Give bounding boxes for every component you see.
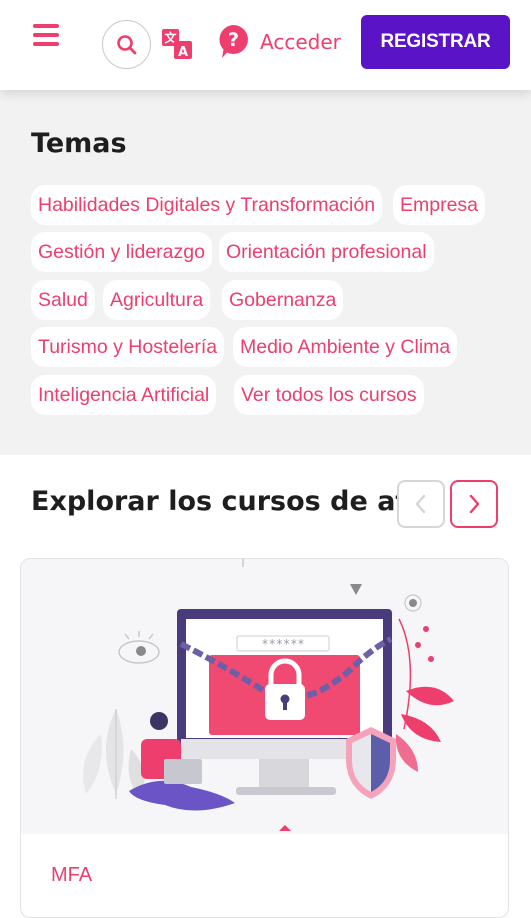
- menu-icon[interactable]: [33, 24, 59, 46]
- search-button[interactable]: [102, 20, 151, 69]
- course-card-label: MFA: [51, 864, 93, 886]
- carousel-prev-button[interactable]: [397, 480, 445, 528]
- translate-icon[interactable]: 文 A: [161, 28, 193, 60]
- password-mask: ******: [261, 637, 304, 651]
- search-icon: [116, 34, 136, 54]
- topic-chip-all-courses[interactable]: Ver todos los cursos: [234, 375, 424, 415]
- svg-text:?: ?: [228, 29, 239, 51]
- topics-section: Temas Habilidades Digitales y Transforma…: [0, 90, 531, 455]
- topic-chip[interactable]: Gobernanza: [222, 280, 344, 320]
- topics-title: Temas: [31, 128, 127, 159]
- course-card-image: ******: [21, 559, 508, 834]
- cybersecurity-illustration: ******: [83, 559, 454, 831]
- topic-chip[interactable]: Empresa: [393, 185, 486, 225]
- topic-chip[interactable]: Salud: [31, 280, 95, 320]
- topic-chip[interactable]: Gestión y liderazgo: [31, 232, 212, 272]
- login-link[interactable]: Acceder: [260, 30, 341, 54]
- register-button[interactable]: REGISTRAR: [361, 15, 510, 69]
- chevron-left-icon: [415, 494, 426, 514]
- top-header: 文 A ? Acceder REGISTRAR: [0, 0, 531, 90]
- topic-chip[interactable]: Inteligencia Artificial: [31, 375, 217, 415]
- explore-courses-title: Explorar los cursos de atinacademy: [31, 486, 397, 517]
- svg-text:A: A: [178, 45, 188, 60]
- topic-chip[interactable]: Medio Ambiente y Clima: [233, 327, 458, 367]
- topic-chip[interactable]: Turismo y Hostelería: [31, 327, 225, 367]
- carousel-next-button[interactable]: [450, 480, 498, 528]
- topic-chip[interactable]: Orientación profesional: [219, 232, 434, 272]
- course-card[interactable]: ****** MFA: [20, 558, 509, 918]
- topic-chip[interactable]: Habilidades Digitales y Transformación: [31, 185, 383, 225]
- topic-chip[interactable]: Agricultura: [103, 280, 211, 320]
- chevron-right-icon: [469, 494, 480, 514]
- help-icon[interactable]: ?: [218, 24, 249, 60]
